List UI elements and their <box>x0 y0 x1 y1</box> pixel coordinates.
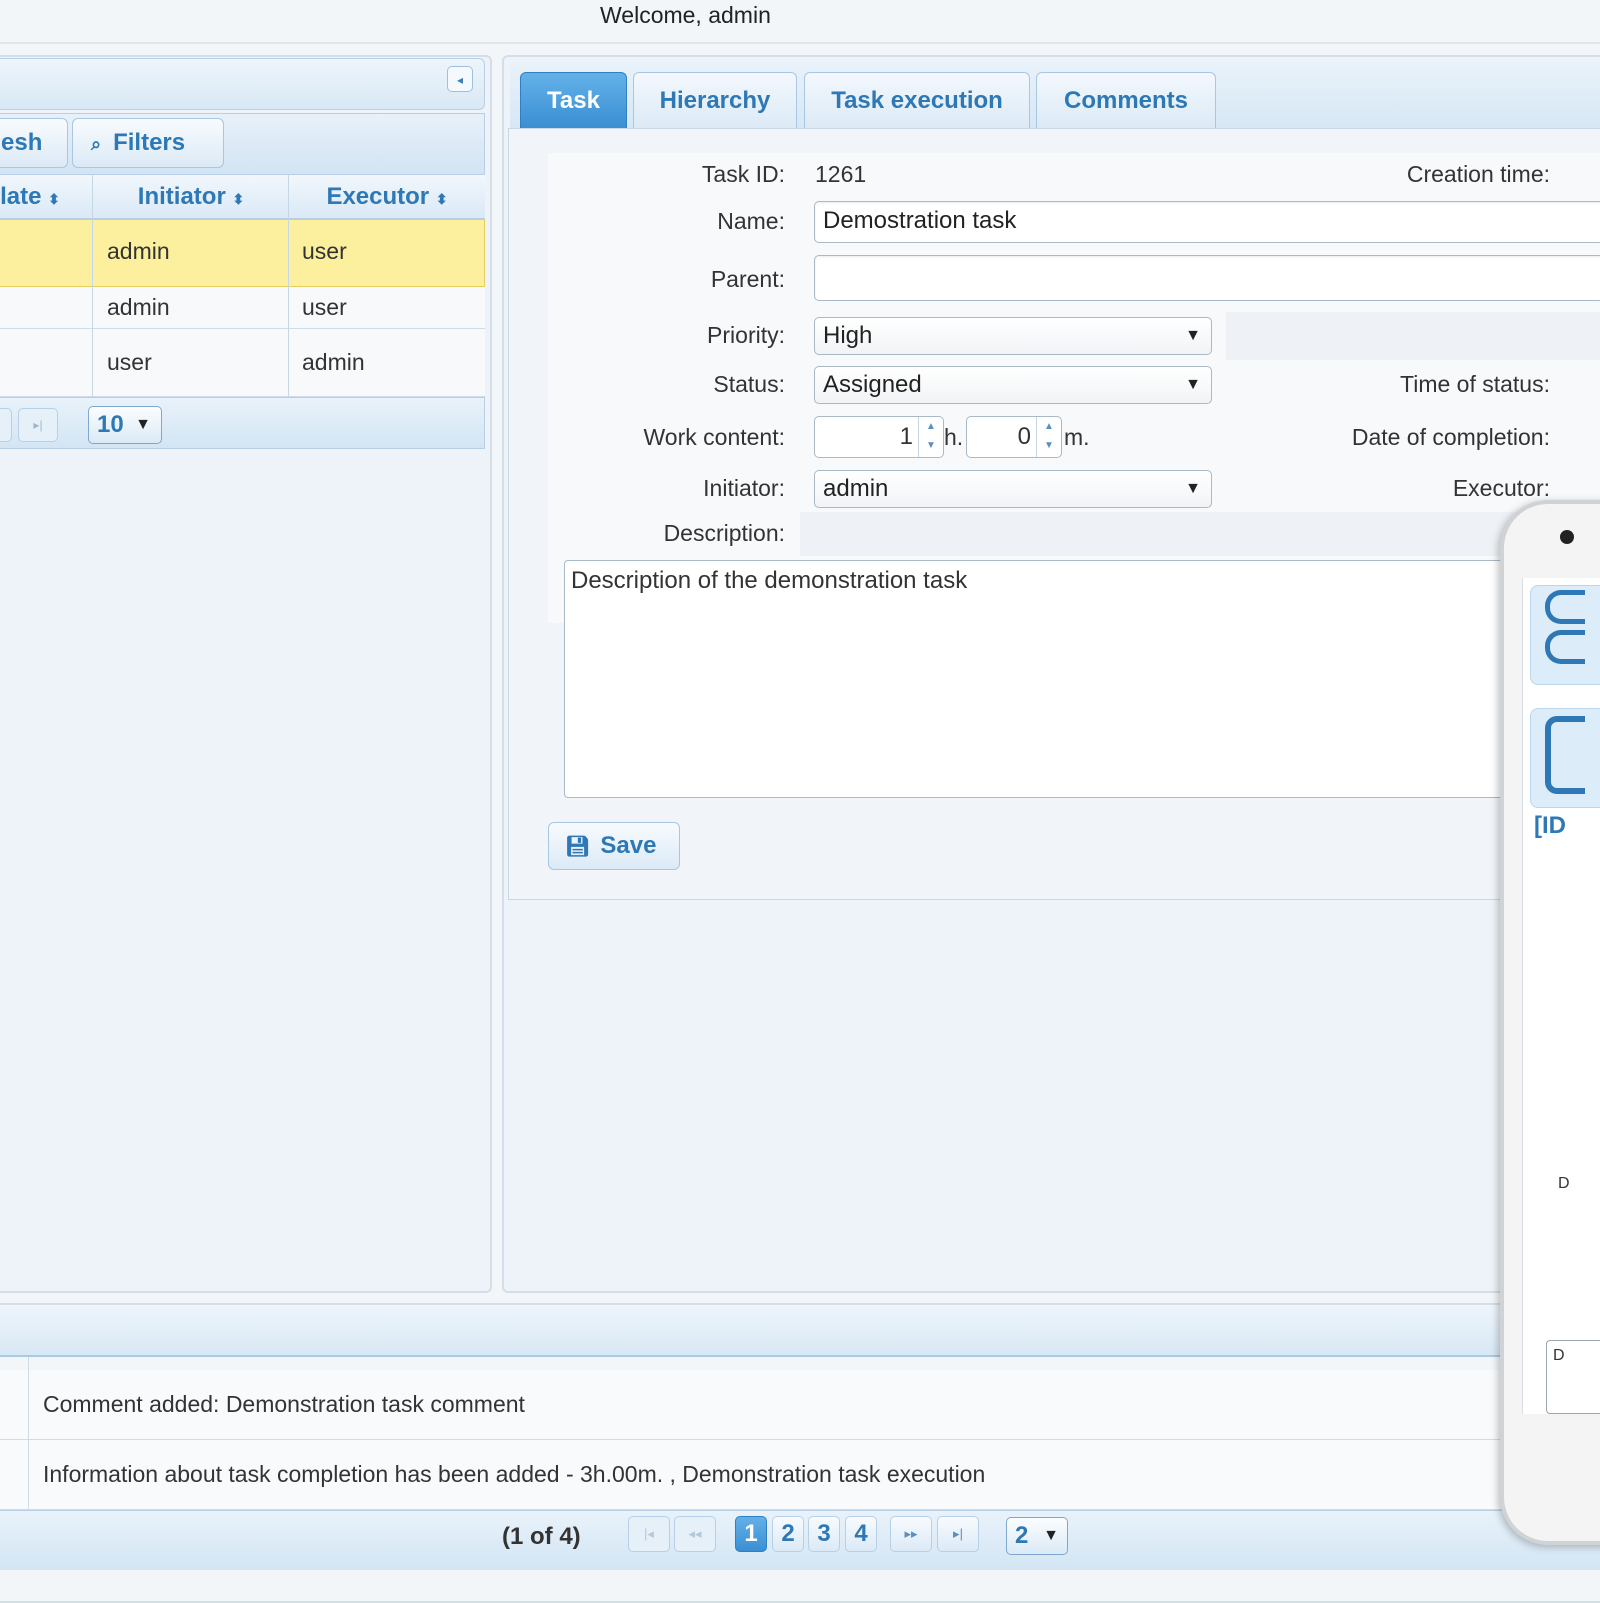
minutes-stepper[interactable]: 0 ▲ ▼ <box>966 416 1062 458</box>
tab-comments[interactable]: Comments <box>1036 72 1216 128</box>
page-3-button[interactable]: 3 <box>808 1516 840 1552</box>
header-divider <box>0 42 1600 44</box>
task-id-value: 1261 <box>815 161 867 187</box>
table-row[interactable] <box>0 287 485 329</box>
priority-label: Priority: <box>707 322 785 348</box>
refresh-button[interactable]: esh <box>0 118 68 168</box>
description-label: Description: <box>663 520 785 546</box>
hours-stepper[interactable]: 1 ▲ ▼ <box>814 416 944 458</box>
spin-arrows-icon[interactable]: ▲ ▼ <box>1036 417 1061 457</box>
column-divider <box>28 1357 29 1509</box>
prev-page-button[interactable]: ◂◂ <box>674 1516 716 1552</box>
history-entry-text: Information about task completion has be… <box>43 1461 986 1487</box>
phone-document-icon <box>1545 716 1585 794</box>
chevron-down-icon: ▼ <box>1185 376 1201 393</box>
collapse-panel-button[interactable]: ◂ <box>447 66 473 92</box>
save-button[interactable]: 💾︎ Save <box>548 822 680 870</box>
last-page-button[interactable]: ▸| <box>18 408 58 442</box>
page-2-button[interactable]: 2 <box>772 1516 804 1552</box>
history-entry-text: Comment added: Demonstration task commen… <box>43 1391 525 1417</box>
parent-label: Parent: <box>710 266 785 292</box>
phone-text: D <box>1558 1175 1570 1192</box>
parent-field[interactable] <box>814 255 1600 301</box>
status-select[interactable]: Assigned ▼ <box>814 366 1212 404</box>
chevron-down-icon: ▼ <box>1043 1527 1059 1544</box>
refresh-label: esh <box>1 129 43 156</box>
next-page-button[interactable]: ▸ <box>0 408 12 442</box>
chevron-down-icon: ▼ <box>135 416 151 433</box>
search-icon: ⌕ <box>91 134 102 154</box>
last-page-button[interactable]: ▸| <box>937 1516 979 1552</box>
name-field[interactable]: Demostration task <box>814 201 1600 243</box>
phone-screen <box>1522 578 1600 1414</box>
next-page-button[interactable]: ▸▸ <box>890 1516 932 1552</box>
name-label: Name: <box>717 208 785 234</box>
hours-unit: h. <box>944 424 964 450</box>
table-row[interactable] <box>0 329 485 397</box>
phone-input[interactable]: D <box>1546 1340 1600 1414</box>
priority-select[interactable]: High ▼ <box>814 317 1212 355</box>
spin-arrows-icon[interactable]: ▲ ▼ <box>918 417 943 457</box>
status-label: Status: <box>713 371 785 397</box>
table-row[interactable] <box>0 219 485 287</box>
cell-executor: user <box>302 294 347 320</box>
first-page-button[interactable]: |◂ <box>628 1516 670 1552</box>
column-header-date[interactable]: late ⬍ <box>0 175 70 219</box>
task-id-label: Task ID: <box>701 161 785 187</box>
phone-logo-icon <box>1545 590 1585 624</box>
initiator-label: Initiator: <box>703 475 785 501</box>
filters-label: Filters <box>113 129 186 156</box>
cell-initiator: admin <box>107 238 170 264</box>
sort-icon: ⬍ <box>48 191 60 207</box>
list-item: Information about task completion has be… <box>0 1440 1600 1510</box>
cell-executor: admin <box>302 349 365 375</box>
cell-initiator: user <box>107 349 152 375</box>
page-1-button[interactable]: 1 <box>735 1516 767 1552</box>
column-header-executor[interactable]: Executor ⬍ <box>289 175 485 219</box>
initiator-select[interactable]: admin ▼ <box>814 470 1212 508</box>
list-item: Comment added: Demonstration task commen… <box>0 1370 1600 1440</box>
phone-id-label: [ID <box>1534 812 1566 839</box>
tab-task-execution[interactable]: Task execution <box>804 72 1030 128</box>
phone-logo-icon <box>1545 630 1585 664</box>
work-content-label: Work content: <box>643 424 785 450</box>
chevron-down-icon: ▼ <box>1185 480 1201 497</box>
task-list-header <box>0 58 485 110</box>
sort-icon: ⬍ <box>435 191 448 207</box>
save-label: Save <box>600 832 657 859</box>
page-info: (1 of 4) <box>502 1523 581 1550</box>
executor-label: Executor: <box>1452 475 1550 501</box>
chevron-down-icon: ▼ <box>1185 327 1201 344</box>
filters-button[interactable]: ⌕ Filters <box>72 118 224 168</box>
history-header <box>0 1305 1600 1357</box>
history-page-size-select[interactable]: 2 ▼ <box>1006 1517 1068 1555</box>
minutes-unit: m. <box>1064 424 1090 450</box>
cell-executor: user <box>302 238 347 264</box>
cell-initiator: admin <box>107 294 170 320</box>
tab-task[interactable]: Task <box>520 72 627 128</box>
task-list-pager <box>0 397 485 449</box>
page-4-button[interactable]: 4 <box>845 1516 877 1552</box>
tab-hierarchy[interactable]: Hierarchy <box>633 72 797 128</box>
page-size-select[interactable]: 10 ▼ <box>88 406 162 444</box>
floppy-icon: 💾︎ <box>565 836 591 858</box>
column-header-initiator[interactable]: Initiator ⬍ <box>94 175 288 219</box>
description-header-bg <box>800 512 1600 556</box>
time-of-status-label: Time of status: <box>1400 371 1550 397</box>
column-divider <box>92 175 93 397</box>
creation-time-label: Creation time: <box>1406 161 1550 187</box>
welcome-text: Welcome, admin <box>600 2 771 28</box>
description-field[interactable]: Description of the demonstration task <box>564 560 1504 798</box>
date-of-completion-label: Date of completion: <box>1351 424 1550 450</box>
column-divider <box>288 175 289 397</box>
sort-icon: ⬍ <box>232 191 245 207</box>
priority-aside <box>1226 312 1600 360</box>
phone-camera-icon <box>1560 530 1574 544</box>
